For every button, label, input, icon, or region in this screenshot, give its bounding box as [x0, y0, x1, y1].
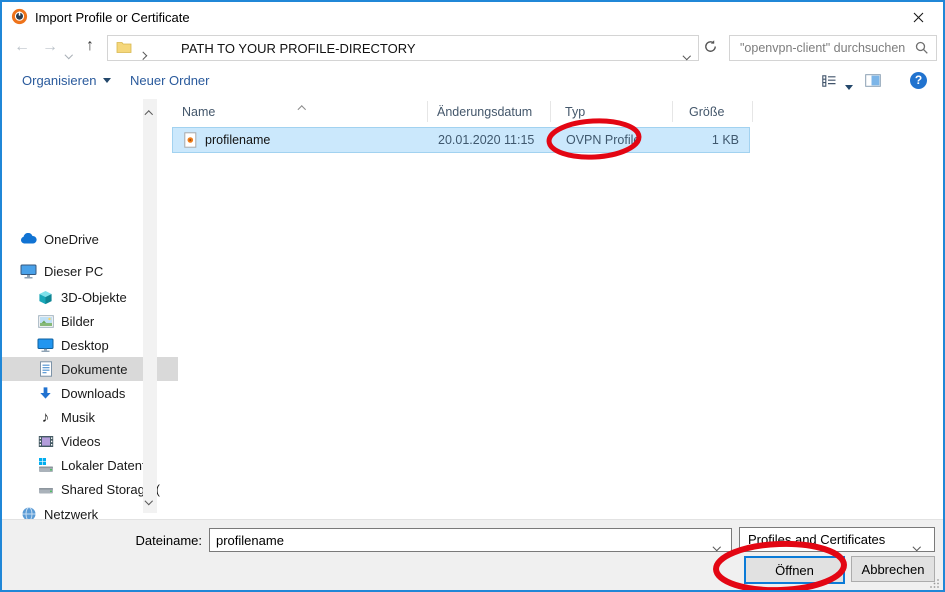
sidebar-item-label: Netzwerk — [44, 507, 98, 520]
column-header-modified[interactable]: Änderungsdatum — [437, 105, 532, 119]
dialog-footer: Dateiname: Profiles and Certificates Öff… — [2, 519, 943, 591]
sidebar-item-label: 3D-Objekte — [61, 290, 127, 305]
scroll-up-icon[interactable] — [146, 104, 152, 122]
open-button[interactable]: Öffnen — [744, 556, 845, 584]
sidebar-item-label: OneDrive — [44, 232, 99, 247]
column-separator — [672, 101, 673, 122]
sidebar-item-onedrive[interactable]: OneDrive — [2, 227, 161, 251]
sidebar-item-label: Bilder — [61, 314, 94, 329]
column-header-size[interactable]: Größe — [689, 105, 724, 119]
sidebar-item-label: Desktop — [61, 338, 109, 353]
open-button-label: Öffnen — [775, 563, 814, 578]
up-icon[interactable]: ↑ — [86, 38, 94, 54]
ovpn-file-icon — [184, 132, 197, 148]
sidebar-item-label: Videos — [61, 434, 101, 449]
organize-label: Organisieren — [22, 73, 96, 88]
onedrive-cloud-icon — [20, 231, 37, 248]
resize-grip[interactable] — [929, 578, 940, 589]
help-icon[interactable]: ? — [910, 72, 927, 89]
address-bar[interactable]: PATH TO YOUR PROFILE-DIRECTORY — [107, 35, 699, 61]
sidebar-item-dieser-pc[interactable]: Dieser PC — [2, 259, 161, 283]
filetype-select[interactable]: Profiles and Certificates — [739, 527, 935, 552]
folder-icon — [116, 40, 132, 54]
download-arrow-icon — [37, 385, 54, 402]
column-separator — [550, 101, 551, 122]
file-modified: 20.01.2020 11:15 — [438, 133, 534, 147]
address-dropdown-icon[interactable] — [684, 45, 690, 63]
column-separator — [427, 101, 428, 122]
sort-ascending-icon — [299, 101, 305, 115]
cancel-button-label: Abbrechen — [862, 562, 925, 577]
sidebar-item-label: Dokumente — [61, 362, 127, 377]
filetype-dropdown-icon[interactable] — [914, 536, 920, 554]
navigation-bar: ← → ↑ PATH TO YOUR PROFILE-DIRECTORY — [2, 32, 943, 64]
windows-drive-icon — [37, 457, 54, 474]
preview-pane-icon[interactable] — [865, 74, 881, 87]
filetype-value: Profiles and Certificates — [748, 532, 885, 547]
breadcrumb[interactable]: PATH TO YOUR PROFILE-DIRECTORY — [181, 41, 416, 56]
video-film-icon — [37, 433, 54, 450]
file-type: OVPN Profile — [566, 133, 640, 147]
file-name: profilename — [205, 133, 270, 147]
history-chevron-icon[interactable] — [66, 45, 72, 61]
drive-icon — [37, 481, 54, 498]
documents-icon — [37, 361, 54, 378]
filename-input[interactable] — [209, 528, 732, 552]
network-globe-icon — [20, 506, 37, 520]
views-list-icon[interactable] — [822, 75, 836, 87]
new-folder-label: Neuer Ordner — [130, 73, 209, 88]
new-folder-button[interactable]: Neuer Ordner — [130, 73, 209, 88]
organize-button[interactable]: Organisieren — [22, 73, 111, 88]
breadcrumb-chevron-icon — [140, 45, 146, 63]
pictures-icon — [37, 313, 54, 330]
import-dialog-window: Import Profile or Certificate ← → ↑ PATH… — [0, 0, 945, 592]
column-header-row: Name Änderungsdatum Typ Größe — [158, 99, 943, 125]
column-separator — [752, 101, 753, 122]
title-bar: Import Profile or Certificate — [2, 2, 943, 32]
back-icon[interactable]: ← — [14, 39, 30, 55]
3d-cube-icon — [37, 289, 54, 306]
sidebar-item-label: Dieser PC — [44, 264, 103, 279]
music-note-icon: ♪ — [37, 409, 54, 426]
cancel-button[interactable]: Abbrechen — [851, 556, 935, 582]
filename-dropdown-icon[interactable] — [714, 536, 720, 554]
sidebar-scrollbar[interactable] — [143, 99, 157, 513]
window-title: Import Profile or Certificate — [35, 10, 190, 25]
organize-caret-icon — [103, 78, 111, 83]
file-row-profilename[interactable]: profilename 20.01.2020 11:15 OVPN Profil… — [172, 127, 750, 153]
filename-label: Dateiname: — [98, 533, 202, 548]
close-icon[interactable] — [903, 6, 933, 28]
search-icon[interactable] — [915, 41, 929, 55]
command-toolbar: Organisieren Neuer Ordner ? — [2, 64, 943, 98]
column-header-name[interactable]: Name — [182, 105, 215, 119]
column-header-type[interactable]: Typ — [565, 105, 585, 119]
desktop-icon — [37, 337, 54, 354]
refresh-icon[interactable] — [703, 39, 723, 59]
views-caret-icon[interactable] — [845, 79, 853, 97]
openvpn-app-icon — [11, 8, 28, 25]
search-box — [729, 35, 937, 61]
file-browser: OneDrive Dieser PC 3D-Objekte Bilder Des… — [2, 97, 943, 519]
file-size: 1 KB — [712, 133, 739, 147]
computer-icon — [20, 263, 37, 280]
scroll-down-icon[interactable] — [146, 490, 152, 508]
search-input[interactable] — [730, 36, 918, 59]
sidebar-item-netzwerk[interactable]: Netzwerk — [2, 502, 161, 519]
sidebar-item-label: Downloads — [61, 386, 125, 401]
forward-icon[interactable]: → — [42, 39, 58, 55]
sidebar-item-label: Musik — [61, 410, 95, 425]
